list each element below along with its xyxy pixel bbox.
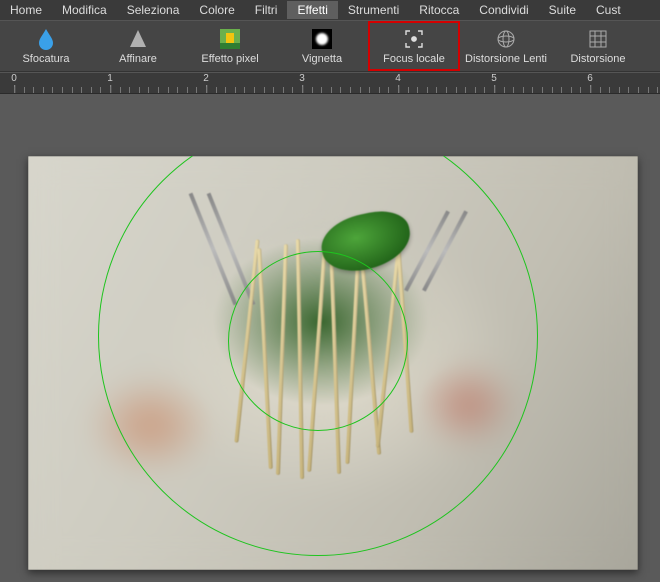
image-frame[interactable] [28, 156, 638, 570]
menu-strumenti[interactable]: Strumenti [338, 1, 409, 19]
ruler-label: 6 [587, 73, 593, 84]
tool-focus-locale[interactable]: Focus locale [368, 21, 460, 71]
focus-icon [403, 28, 425, 50]
menu-effetti[interactable]: Effetti [287, 1, 337, 19]
tool-label: Sfocatura [22, 53, 69, 65]
ruler-label: 1 [107, 73, 113, 84]
canvas-area[interactable] [0, 94, 660, 582]
menu-seleziona[interactable]: Seleziona [117, 1, 190, 19]
tool-label: Distorsione Lenti [465, 53, 547, 65]
pixelate-icon [219, 28, 241, 50]
menu-modifica[interactable]: Modifica [52, 1, 117, 19]
ruler-label: 5 [491, 73, 497, 84]
menu-custom[interactable]: Cust [586, 1, 631, 19]
tool-distorsione[interactable]: Distorsione [552, 21, 644, 71]
effects-toolbar: Sfocatura Affinare Effetto pixel Vignett… [0, 20, 660, 72]
blur-icon [35, 28, 57, 50]
menu-condividi[interactable]: Condividi [469, 1, 538, 19]
ruler-label: 4 [395, 73, 401, 84]
sharpen-icon [127, 28, 149, 50]
lens-distort-icon [495, 28, 517, 50]
ruler-label: 2 [203, 73, 209, 84]
distort-icon [587, 28, 609, 50]
ruler-label: 0 [11, 73, 17, 84]
tool-label: Effetto pixel [201, 53, 258, 65]
menu-home[interactable]: Home [0, 1, 52, 19]
tool-label: Vignetta [302, 53, 342, 65]
tool-label: Focus locale [383, 53, 445, 65]
tool-label: Distorsione [570, 53, 625, 65]
tool-affinare[interactable]: Affinare [92, 21, 184, 71]
tool-vignetta[interactable]: Vignetta [276, 21, 368, 71]
menu-filtri[interactable]: Filtri [245, 1, 288, 19]
tool-distorsione-lenti[interactable]: Distorsione Lenti [460, 21, 552, 71]
photo-content [28, 156, 638, 570]
tool-sfocatura[interactable]: Sfocatura [0, 21, 92, 71]
menu-bar: Home Modifica Seleziona Colore Filtri Ef… [0, 0, 660, 20]
tool-label: Affinare [119, 53, 157, 65]
menu-colore[interactable]: Colore [189, 1, 244, 19]
tool-effetto-pixel[interactable]: Effetto pixel [184, 21, 276, 71]
vignette-icon [311, 28, 333, 50]
spaghetti-cluster [223, 239, 443, 479]
menu-suite[interactable]: Suite [539, 1, 586, 19]
horizontal-ruler: 0 1 2 3 4 5 6 [0, 72, 660, 94]
ruler-label: 3 [299, 73, 305, 84]
menu-ritocca[interactable]: Ritocca [409, 1, 469, 19]
